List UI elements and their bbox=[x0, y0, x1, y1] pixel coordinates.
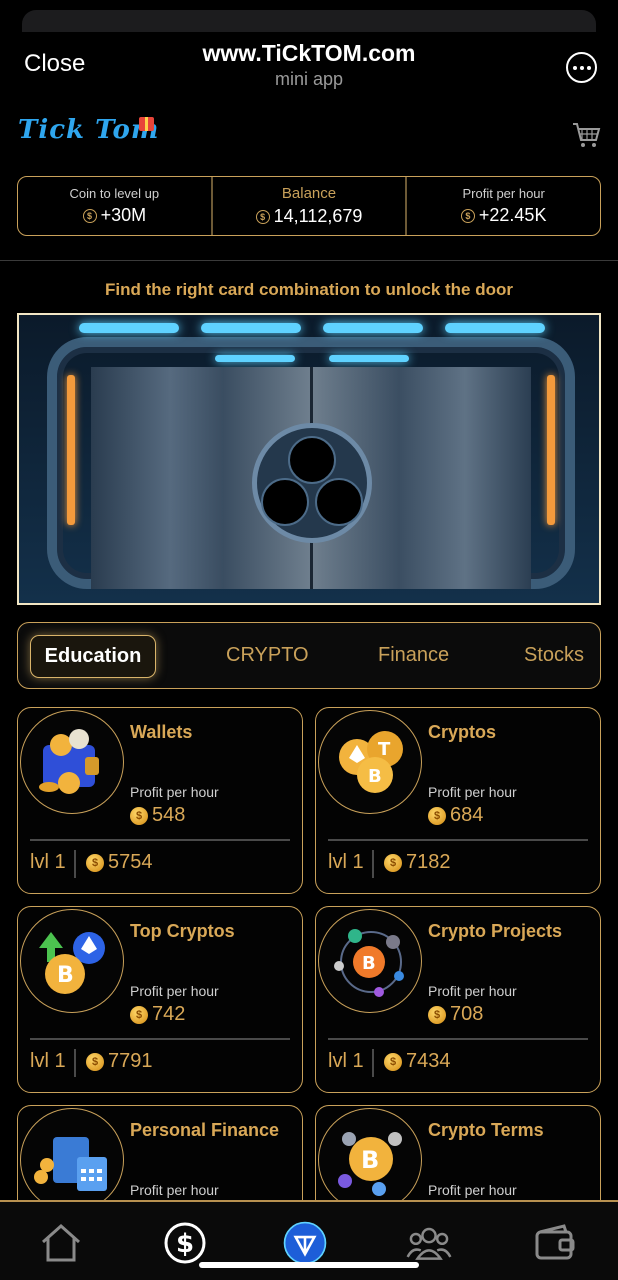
coin-icon: $ bbox=[86, 1052, 104, 1071]
card-level: lvl 1 bbox=[30, 1050, 66, 1072]
wallet-icon bbox=[20, 710, 124, 814]
site-title: www.TiCkTOM.com bbox=[202, 40, 416, 66]
svg-text:B: B bbox=[57, 963, 74, 988]
personal-finance-icon bbox=[20, 1108, 124, 1212]
more-options-icon[interactable] bbox=[566, 52, 597, 83]
bottom-nav: $ bbox=[0, 1200, 618, 1280]
site-header: www.TiCkTOM.com mini app bbox=[0, 40, 618, 90]
coin-icon: $ bbox=[384, 1052, 402, 1071]
card-title: Cryptos bbox=[428, 722, 497, 742]
top-cryptos-icon: B bbox=[20, 909, 124, 1013]
coin-icon: $ bbox=[428, 806, 446, 825]
stats-bar: Coin to level up $ +30M Balance $14,112,6… bbox=[17, 176, 601, 236]
stat-value: $14,112,679 bbox=[213, 206, 406, 227]
coin-icon: $ bbox=[130, 806, 148, 825]
friends-icon[interactable] bbox=[406, 1220, 452, 1266]
card-cost: $7791 bbox=[86, 1050, 153, 1073]
tab-crypto[interactable]: CRYPTO bbox=[226, 623, 309, 688]
card-cryptos[interactable]: TB Cryptos Profit per hour $684 lvl 1 $7… bbox=[315, 707, 601, 894]
card-profit: $548 bbox=[130, 804, 185, 827]
card-level: lvl 1 bbox=[328, 1050, 364, 1072]
card-profit: $742 bbox=[130, 1003, 185, 1026]
card-top-cryptos[interactable]: B Top Cryptos Profit per hour $742 lvl 1… bbox=[17, 906, 303, 1093]
svg-text:B: B bbox=[361, 1146, 379, 1174]
card-level: lvl 1 bbox=[30, 851, 66, 873]
site-subtitle: mini app bbox=[274, 69, 344, 89]
card-title: Crypto Terms bbox=[428, 1120, 544, 1140]
svg-text:B: B bbox=[368, 766, 382, 787]
shopping-cart-icon[interactable] bbox=[571, 120, 601, 150]
coin-icon: $ bbox=[130, 1005, 148, 1024]
crypto-terms-icon: B bbox=[318, 1108, 422, 1212]
home-indicator bbox=[199, 1262, 419, 1268]
stat-label: Profit per hour bbox=[462, 186, 545, 201]
card-cost: $7434 bbox=[384, 1050, 451, 1073]
svg-text:$: $ bbox=[176, 1229, 194, 1259]
gift-icon bbox=[139, 117, 154, 131]
card-profit-label: Profit per hour bbox=[428, 1182, 517, 1198]
card-title: Crypto Projects bbox=[428, 921, 563, 941]
card-title: Wallets bbox=[130, 722, 193, 742]
category-tabs: Education CRYPTO Finance Stocks bbox=[17, 622, 601, 689]
stat-label: Coin to level up bbox=[69, 186, 160, 201]
home-icon[interactable] bbox=[38, 1220, 84, 1266]
crypto-coins-icon: TB bbox=[318, 710, 422, 814]
coin-icon: $ bbox=[384, 853, 402, 872]
card-profit: $684 bbox=[428, 804, 483, 827]
card-title: Top Cryptos bbox=[130, 921, 235, 941]
coin-icon: $ bbox=[86, 853, 104, 872]
coin-icon: $ bbox=[82, 208, 97, 223]
tab-finance[interactable]: Finance bbox=[378, 623, 449, 688]
vault-door-image bbox=[17, 313, 601, 605]
crypto-projects-icon: B bbox=[318, 909, 422, 1013]
divider bbox=[0, 260, 618, 261]
sheet-handle bbox=[22, 10, 596, 32]
card-profit-label: Profit per hour bbox=[130, 983, 219, 999]
card-level: lvl 1 bbox=[328, 851, 364, 873]
stat-label: Balance bbox=[281, 185, 337, 202]
card-crypto-projects[interactable]: B Crypto Projects Profit per hour $708 l… bbox=[315, 906, 601, 1093]
card-profit-label: Profit per hour bbox=[130, 1182, 219, 1198]
earn-dollar-icon[interactable]: $ bbox=[162, 1220, 208, 1266]
coin-icon: $ bbox=[460, 208, 475, 223]
profit-per-hour-stat: Profit per hour $ +22.45K bbox=[405, 177, 600, 235]
card-profit-label: Profit per hour bbox=[428, 983, 517, 999]
unlock-hint: Find the right card combination to unloc… bbox=[105, 280, 513, 299]
card-profit: $708 bbox=[428, 1003, 483, 1026]
card-cost: $7182 bbox=[384, 851, 451, 874]
coin-icon: $ bbox=[255, 209, 270, 224]
card-slot-ring bbox=[252, 423, 372, 543]
card-cost: $5754 bbox=[86, 851, 153, 874]
card-profit-label: Profit per hour bbox=[428, 784, 517, 800]
svg-text:T: T bbox=[378, 739, 391, 760]
card-title: Personal Finance bbox=[130, 1120, 280, 1140]
tab-education[interactable]: Education bbox=[30, 635, 156, 678]
card-wallets[interactable]: Wallets Profit per hour $548 lvl 1 $5754 bbox=[17, 707, 303, 894]
coin-to-level-stat: Coin to level up $ +30M bbox=[18, 177, 211, 235]
svg-text:B: B bbox=[362, 953, 376, 974]
coin-icon: $ bbox=[428, 1005, 446, 1024]
wallet-icon[interactable] bbox=[532, 1220, 578, 1266]
ton-icon[interactable] bbox=[282, 1220, 328, 1266]
stat-value: $ +30M bbox=[18, 205, 211, 226]
balance-stat: Balance $14,112,679 bbox=[210, 177, 406, 235]
card-profit-label: Profit per hour bbox=[130, 784, 219, 800]
stat-value: $ +22.45K bbox=[407, 205, 600, 226]
tab-stocks[interactable]: Stocks bbox=[524, 623, 584, 688]
